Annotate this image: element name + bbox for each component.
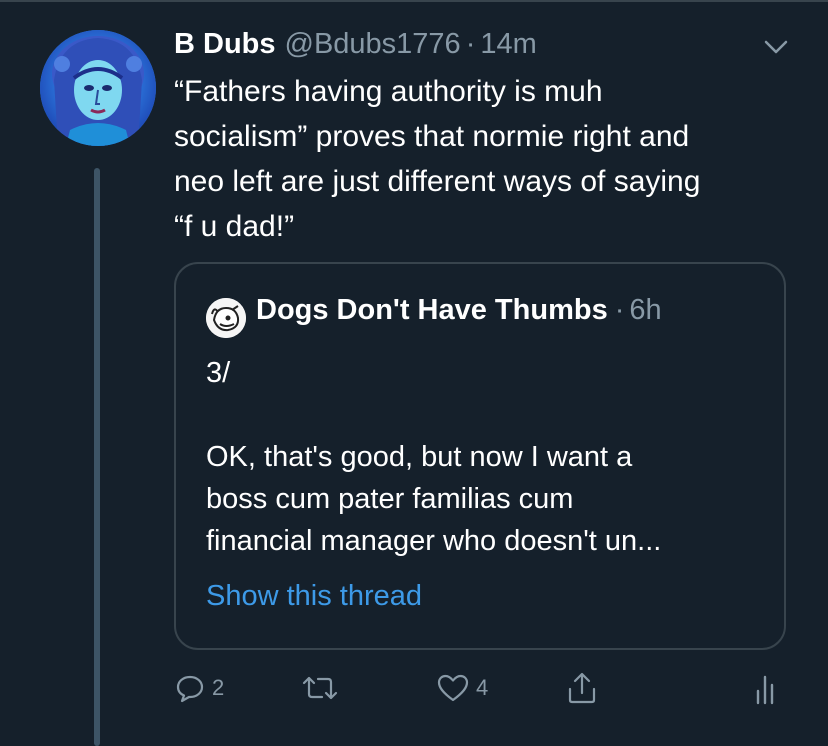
analytics-icon bbox=[756, 675, 774, 705]
tweet-text: “Fathers having authority is muh sociali… bbox=[174, 75, 701, 243]
like-count: 4 bbox=[476, 675, 489, 700]
retweet-icon bbox=[302, 676, 338, 700]
reply-button[interactable]: 2 bbox=[174, 668, 224, 708]
show-thread-link[interactable]: Show this thread bbox=[206, 580, 422, 613]
thread-connector-line bbox=[94, 168, 100, 746]
separator-dot: · bbox=[465, 28, 476, 60]
retweet-button[interactable] bbox=[300, 668, 340, 708]
quoted-tweet-header: Dogs Don't Have Thumbs · 6h bbox=[256, 294, 662, 338]
dog-avatar-icon bbox=[206, 298, 246, 338]
like-button[interactable]: 4 bbox=[436, 668, 488, 708]
top-divider bbox=[0, 0, 828, 2]
reply-icon bbox=[176, 675, 204, 703]
quoted-separator-dot: · bbox=[614, 294, 625, 326]
tweet-timestamp[interactable]: 14m bbox=[480, 28, 536, 61]
tweet-header: B Dubs @Bdubs1776 · 14m bbox=[174, 28, 537, 68]
quoted-tweet-card[interactable]: Dogs Don't Have Thumbs · 6h 3/ OK, that'… bbox=[174, 262, 786, 650]
heart-icon bbox=[437, 674, 469, 702]
chevron-down-icon[interactable] bbox=[762, 36, 790, 58]
author-handle[interactable]: @Bdubs1776 bbox=[285, 28, 461, 61]
reply-count: 2 bbox=[212, 675, 225, 700]
quoted-author-name[interactable]: Dogs Don't Have Thumbs bbox=[256, 294, 608, 327]
quoted-tweet-text: 3/ OK, that's good, but now I want a bos… bbox=[206, 357, 662, 557]
share-button[interactable] bbox=[566, 668, 598, 708]
quoted-author-avatar[interactable] bbox=[206, 298, 246, 338]
quoted-tweet-timestamp[interactable]: 6h bbox=[629, 294, 661, 327]
analytics-button[interactable] bbox=[754, 668, 778, 708]
avatar-icon-portrait bbox=[40, 30, 156, 146]
author-name[interactable]: B Dubs bbox=[174, 28, 276, 61]
tweet-action-bar: 2 4 bbox=[0, 668, 828, 712]
share-icon bbox=[568, 672, 596, 704]
author-avatar[interactable] bbox=[40, 30, 156, 146]
